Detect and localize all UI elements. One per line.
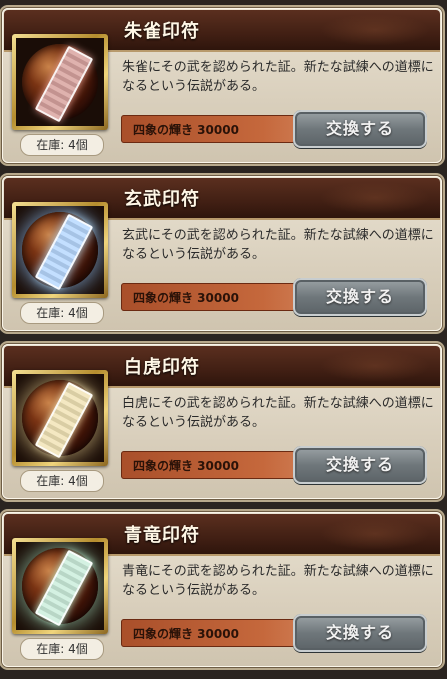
item-thumbnail xyxy=(12,370,108,466)
shop-item-card: 白虎印符 在庫: 4個 白虎にその武を認められた証。新たな試練への道標になるとい… xyxy=(2,344,442,499)
stock-badge: 在庫: 4個 xyxy=(20,134,104,156)
item-description: 玄武にその武を認められた証。新たな試練への道標になるという伝説がある。 xyxy=(122,228,434,262)
shop-item-card: 朱雀印符 在庫: 4個 朱雀にその武を認められた証。新たな試練への道標になるとい… xyxy=(2,8,442,163)
cost-label: 四象の輝き 30000 xyxy=(133,291,239,305)
shop-item-card: 青竜印符 在庫: 4個 青竜にその武を認められた証。新たな試練への道標になるとい… xyxy=(2,512,442,667)
cost-label: 四象の輝き 30000 xyxy=(133,123,239,137)
exchange-button[interactable]: 交換する xyxy=(293,110,427,148)
stock-badge: 在庫: 4個 xyxy=(20,638,104,660)
item-title: 朱雀印符 xyxy=(124,21,200,42)
item-title: 玄武印符 xyxy=(124,189,200,210)
cost-label: 四象の輝き 30000 xyxy=(133,459,239,473)
shop-item-list: 朱雀印符 在庫: 4個 朱雀にその武を認められた証。新たな試練への道標になるとい… xyxy=(0,0,447,679)
item-description: 朱雀にその武を認められた証。新たな試練への道標になるという伝説がある。 xyxy=(122,60,434,94)
stock-badge: 在庫: 4個 xyxy=(20,302,104,324)
item-thumbnail xyxy=(12,538,108,634)
exchange-button[interactable]: 交換する xyxy=(293,278,427,316)
cost-label: 四象の輝き 30000 xyxy=(133,627,239,641)
item-title: 青竜印符 xyxy=(124,525,200,546)
item-description: 白虎にその武を認められた証。新たな試練への道標になるという伝説がある。 xyxy=(122,396,434,430)
shop-item-card: 玄武印符 在庫: 4個 玄武にその武を認められた証。新たな試練への道標になるとい… xyxy=(2,176,442,331)
item-description: 青竜にその武を認められた証。新たな試練への道標になるという伝説がある。 xyxy=(122,564,434,598)
stock-badge: 在庫: 4個 xyxy=(20,470,104,492)
exchange-button[interactable]: 交換する xyxy=(293,446,427,484)
item-thumbnail xyxy=(12,34,108,130)
item-title: 白虎印符 xyxy=(124,357,200,378)
exchange-button[interactable]: 交換する xyxy=(293,614,427,652)
item-thumbnail xyxy=(12,202,108,298)
